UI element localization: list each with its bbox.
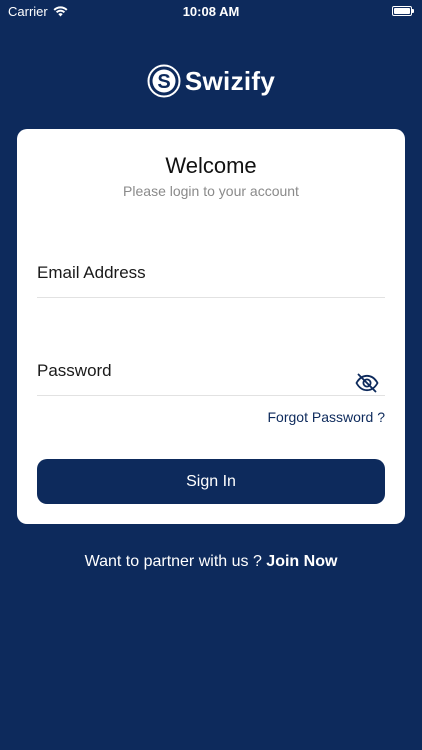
password-field — [37, 351, 385, 396]
partner-prompt-text: Want to partner with us ? — [84, 553, 267, 570]
app-logo: S Swizify — [0, 64, 422, 98]
card-subtitle: Please login to your account — [123, 183, 299, 199]
join-now-link[interactable]: Join Now — [266, 553, 337, 570]
card-title: Welcome — [165, 153, 257, 178]
status-time: 10:08 AM — [182, 4, 240, 19]
swizify-logo-icon: S — [147, 64, 181, 98]
login-card: Welcome Please login to your account For… — [17, 129, 405, 524]
email-input[interactable] — [37, 253, 337, 293]
password-input[interactable] — [37, 351, 337, 391]
logo-text: Swizify — [184, 65, 276, 96]
partner-prompt: Want to partner with us ? Join Now — [0, 553, 422, 571]
battery-icon — [392, 6, 414, 16]
sign-in-button[interactable]: Sign In — [37, 459, 385, 504]
status-bar: Carrier 10:08 AM — [0, 0, 422, 22]
eye-off-icon[interactable] — [355, 373, 379, 393]
svg-text:S: S — [157, 71, 170, 93]
email-field — [37, 253, 385, 298]
forgot-password-link[interactable]: Forgot Password ? — [268, 409, 386, 425]
